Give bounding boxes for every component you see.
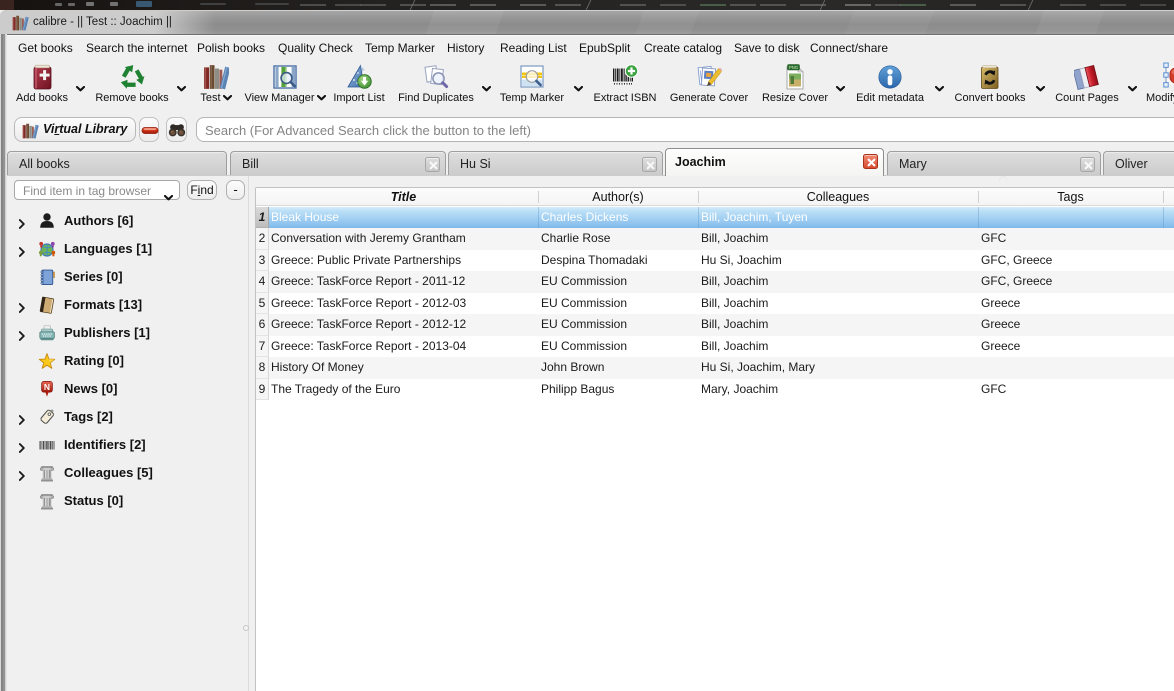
svg-text:PNG: PNG: [789, 64, 798, 69]
svg-text:N: N: [44, 382, 50, 392]
